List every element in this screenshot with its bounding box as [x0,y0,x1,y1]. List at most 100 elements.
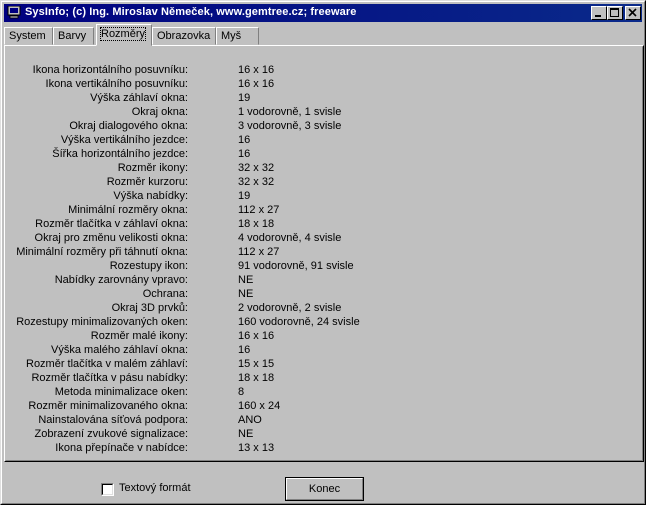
list-item: Okraj okna: 1 vodorovně, 1 svisle [6,106,606,120]
metric-label: Výška vertikálního jezdce: [60,134,188,146]
computer-icon [7,5,21,19]
close-icon [628,8,637,17]
list-item: Okraj dialogového okna: 3 vodorovně, 3 sv… [6,120,606,134]
list-item: Ochrana: NE [6,288,606,302]
metric-value: 112 x 27 [238,204,280,216]
metric-label: Minimální rozměry při táhnutí okna: [16,246,188,258]
metric-value: 8 [238,386,245,398]
metric-label: Rozměr tlačítka v záhlaví okna: [35,218,188,230]
list-item: Šířka horizontálního jezdce: 16 [6,148,606,162]
list-item: Zobrazení zvukové signalizace: NE [6,428,606,442]
list-item: Minimální rozměry okna: 112 x 27 [6,204,606,218]
metric-value: 15 x 15 [238,358,275,370]
minimize-button[interactable] [591,6,607,20]
metric-value: 3 vodorovně, 3 svisle [238,120,342,132]
metric-label: Ikona přepínače v nabídce: [55,442,188,454]
title-bar[interactable]: SysInfo; (c) Ing. Miroslav Němeček, www.… [4,4,642,22]
metric-value: 16 [238,344,251,356]
list-item: Ikona horizontálního posuvníku: 16 x 16 [6,64,606,78]
tab-barvy[interactable]: Barvy [53,27,94,45]
metric-value: 18 x 18 [238,372,275,384]
metric-value: 4 vodorovně, 4 svisle [238,232,342,244]
list-item: Rozměr ikony: 32 x 32 [6,162,606,176]
metric-value: 16 x 16 [238,64,275,76]
tab-rozmery[interactable]: Rozměry [96,24,152,46]
metric-label: Rozměr minimalizovaného okna: [28,400,188,412]
metric-label: Ikona horizontálního posuvníku: [32,64,188,76]
list-item: Minimální rozměry při táhnutí okna: 112 x… [6,246,606,260]
metric-label: Okraj okna: [131,106,188,118]
metric-label: Výška záhlaví okna: [90,92,188,104]
tab-label: Barvy [58,30,87,42]
metric-label: Zobrazení zvukové signalizace: [34,428,188,440]
text-format-checkbox[interactable] [101,483,114,496]
list-item: Metoda minimalizace oken: 8 [6,386,606,400]
metric-value: 16 [238,134,251,146]
metric-label: Metoda minimalizace oken: [54,386,188,398]
metric-label: Rozměr kurzoru: [106,176,188,188]
metric-label: Rozestupy ikon: [109,260,188,272]
list-item: Ikona přepínače v nabídce: 13 x 13 [6,442,606,456]
metric-value: 32 x 32 [238,176,275,188]
list-item: Výška záhlaví okna: 19 [6,92,606,106]
list-item: Rozměr malé ikony: 16 x 16 [6,330,606,344]
minimize-icon [595,15,601,17]
tab-system[interactable]: System [4,27,53,45]
list-item: Výška nabídky: 19 [6,190,606,204]
list-item: Výška vertikálního jezdce: 16 [6,134,606,148]
metric-value: 160 x 24 [238,400,281,412]
metric-label: Ikona vertikálního posuvníku: [45,78,188,90]
sysinfo-window: SysInfo; (c) Ing. Miroslav Němeček, www.… [0,0,646,505]
tab-strip: System Barvy Rozměry Obrazovka Myš [4,24,644,46]
metric-value: NE [238,428,254,440]
metric-label: Nainstalována síťová podpora: [38,414,188,426]
metric-value: 112 x 27 [238,246,280,258]
metric-label: Šířka horizontálního jezdce: [52,148,188,160]
maximize-button[interactable] [607,6,623,20]
metric-value: 32 x 32 [238,162,275,174]
tab-label: Obrazovka [157,30,211,42]
metric-label: Výška malého záhlaví okna: [51,344,188,356]
tab-obrazovka[interactable]: Obrazovka [152,27,216,45]
metric-label: Rozestupy minimalizovaných oken: [16,316,188,328]
list-item: Nainstalována síťová podpora: ANO [6,414,606,428]
konec-button[interactable]: Konec [285,477,364,501]
metric-label: Výška nabídky: [113,190,188,202]
list-item: Rozestupy ikon: 91 vodorovně, 91 svisle [6,260,606,274]
list-item: Výška malého záhlaví okna: 16 [6,344,606,358]
list-item: Rozestupy minimalizovaných oken: 160 vodo… [6,316,606,330]
metric-value: 16 x 16 [238,78,275,90]
window-frame: SysInfo; (c) Ing. Miroslav Němeček, www.… [1,1,645,504]
metric-label: Okraj dialogového okna: [69,120,188,132]
metric-value: 16 x 16 [238,330,275,342]
metric-value: 18 x 18 [238,218,275,230]
metric-label: Rozměr tlačítka v pásu nabídky: [31,372,188,384]
metric-label: Ochrana: [142,288,188,300]
list-item: Rozměr kurzoru: 32 x 32 [6,176,606,190]
list-item: Okraj 3D prvků: 2 vodorovně, 2 svisle [6,302,606,316]
konec-button-label: Konec [308,483,341,495]
tab-label: Rozměry [99,27,147,41]
list-item: Rozměr tlačítka v malém záhlaví: 15 x 15 [6,358,606,372]
metric-value: 16 [238,148,251,160]
metric-label: Minimální rozměry okna: [68,204,188,216]
metric-value: 91 vodorovně, 91 svisle [238,260,354,272]
text-format-label[interactable]: Textový formát [119,482,191,494]
list-item: Rozměr tlačítka v pásu nabídky: 18 x 18 [6,372,606,386]
metric-value: NE [238,288,254,300]
list-item: Rozměr tlačítka v záhlaví okna: 18 x 18 [6,218,606,232]
close-button[interactable] [625,6,641,20]
metric-value: 19 [238,92,251,104]
metric-value: 19 [238,190,251,202]
metric-value: 1 vodorovně, 1 svisle [238,106,342,118]
metric-value: NE [238,274,254,286]
metric-label: Okraj 3D prvků: [111,302,188,314]
metric-label: Rozměr ikony: [117,162,188,174]
metrics-list: Ikona horizontálního posuvníku: 16 x 16 I… [5,46,643,461]
metric-value: 13 x 13 [238,442,275,454]
metric-value: 2 vodorovně, 2 svisle [238,302,342,314]
bottom-bar: Textový formát Konec [2,464,646,504]
list-item: Rozměr minimalizovaného okna: 160 x 24 [6,400,606,414]
tab-mys[interactable]: Myš [216,27,259,45]
metric-label: Nabídky zarovnány vpravo: [54,274,188,286]
